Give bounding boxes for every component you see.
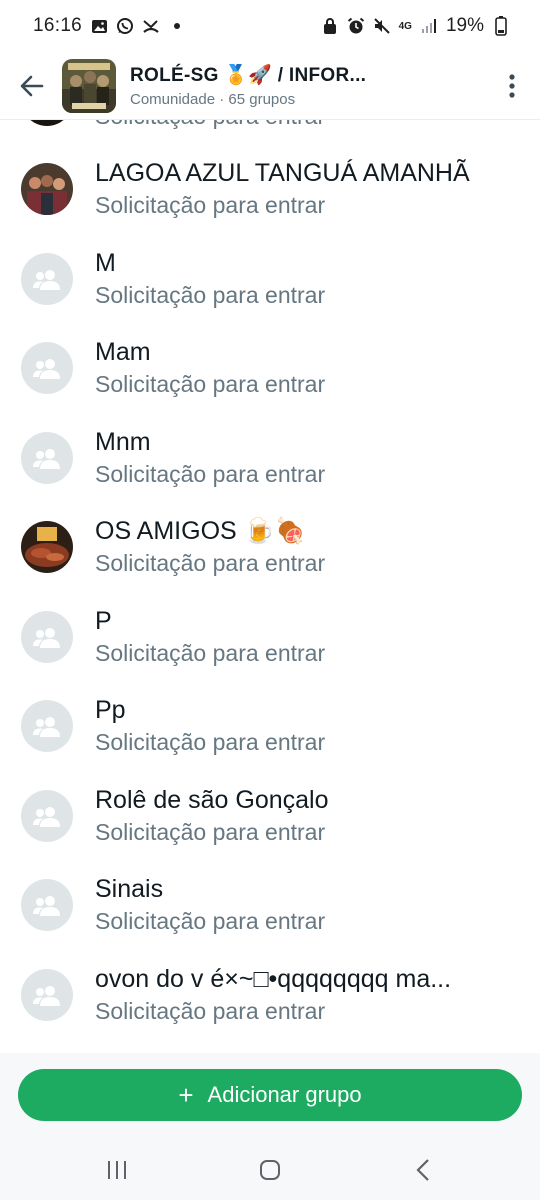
alarm-icon <box>347 17 365 35</box>
battery-percent: 19% <box>445 15 484 36</box>
status-left: 16:16 <box>33 15 186 37</box>
group-name: P <box>95 606 112 635</box>
plus-icon: + <box>178 1080 194 1110</box>
bottom-area: + Adicionar grupo <box>0 1053 540 1200</box>
group-default-icon <box>21 431 73 484</box>
group-name: M <box>95 248 116 277</box>
group-default-icon <box>21 700 73 753</box>
group-list-item[interactable]: Pp Solicitação para entrar <box>0 682 540 772</box>
group-name: ovon do v é×~□•qqqqqqqq ma... <box>95 964 452 993</box>
group-list-item[interactable]: M Solicitação para entrar <box>0 234 540 324</box>
header-texts[interactable]: ROLÉ-SG 🏅🚀 / INFOR... Comunidade · 65 gr… <box>130 63 484 108</box>
group-list[interactable]: KAMBÔ - 06/10 OPEN-BAR 🍸Solicitação para… <box>0 120 540 1053</box>
group-join-status: Solicitação para entrar <box>95 908 326 935</box>
group-texts: Pp Solicitação para entrar <box>95 695 540 757</box>
battery-icon <box>492 16 510 36</box>
arrow-back-icon <box>20 75 44 96</box>
group-default-icon <box>21 252 73 305</box>
home-icon <box>259 1160 280 1180</box>
group-photo-avatar <box>21 163 73 216</box>
group-list-item[interactable]: OS AMIGOS 🍺🍖 Solicitação para entrar <box>0 503 540 593</box>
missed-call-icon <box>142 17 160 35</box>
group-list-item[interactable]: LAGOA AZUL TANGUÁ AMANHÃ Solicitação para… <box>0 145 540 235</box>
group-texts: Mnm Solicitação para entrar <box>95 427 540 489</box>
back-button[interactable] <box>0 56 64 116</box>
status-time: 16:16 <box>33 15 83 36</box>
status-bar: 16:16 4G 19% <box>0 0 540 52</box>
group-join-status: Solicitação para entrar <box>95 281 326 308</box>
group-join-status: Solicitação para entrar <box>95 371 326 398</box>
group-join-status: Solicitação para entrar <box>95 460 326 487</box>
whatsapp-icon <box>116 17 134 35</box>
group-texts: LAGOA AZUL TANGUÁ AMANHÃ Solicitação para… <box>95 158 540 220</box>
group-texts: OS AMIGOS 🍺🍖 Solicitação para entrar <box>95 516 540 578</box>
group-join-status: Solicitação para entrar <box>95 639 326 666</box>
community-title: ROLÉ-SG 🏅🚀 / INFOR... <box>130 65 367 86</box>
group-default-icon <box>21 789 73 842</box>
add-group-button[interactable]: + Adicionar grupo <box>18 1069 522 1121</box>
group-join-status: Solicitação para entrar <box>95 550 326 577</box>
gallery-icon <box>90 17 108 35</box>
group-join-status: Solicitação para entrar <box>95 729 326 756</box>
group-default-icon <box>21 968 73 1021</box>
add-group-label: Adicionar grupo <box>207 1082 362 1107</box>
group-join-status: Solicitação para entrar <box>95 818 326 845</box>
group-texts: ovon do v é×~□•qqqqqqqq ma... Solicitação… <box>95 964 540 1026</box>
network-4g-icon: 4G <box>398 20 412 32</box>
group-default-icon <box>21 610 73 663</box>
group-name: OS AMIGOS 🍺🍖 <box>95 517 306 546</box>
group-name: Mnm <box>95 427 151 456</box>
signal-icon <box>420 17 438 35</box>
lock-icon <box>321 17 339 35</box>
group-texts: Sinais Solicitação para entrar <box>95 874 540 936</box>
group-default-icon <box>21 879 73 932</box>
more-vert-icon <box>509 73 515 98</box>
notification-dot-icon <box>168 17 186 35</box>
home-button[interactable] <box>240 1150 300 1190</box>
more-options-button[interactable] <box>484 56 540 116</box>
group-list-item[interactable]: P Solicitação para entrar <box>0 592 540 682</box>
system-back-button[interactable] <box>393 1150 453 1190</box>
group-texts: KAMBÔ - 06/10 OPEN-BAR 🍸Solicitação para… <box>95 120 540 131</box>
mute-icon <box>373 17 391 35</box>
group-join-status: Solicitação para entrar <box>95 192 326 219</box>
group-texts: P Solicitação para entrar <box>95 606 540 668</box>
group-join-status: Solicitação para entrar <box>95 997 326 1024</box>
recent-apps-icon <box>107 1161 126 1179</box>
chevron-left-icon <box>416 1159 430 1181</box>
group-name: LAGOA AZUL TANGUÁ AMANHÃ <box>95 159 470 188</box>
group-list-item[interactable]: ovon do v é×~□•qqqqqqqq ma... Solicitação… <box>0 950 540 1040</box>
status-right: 4G 19% <box>321 15 510 37</box>
group-list-item[interactable]: Rolê de são Gonçalo Solicitação para entr… <box>0 771 540 861</box>
group-list-item[interactable]: KAMBÔ - 06/10 OPEN-BAR 🍸Solicitação para… <box>0 120 540 145</box>
community-avatar[interactable] <box>62 58 116 113</box>
group-default-icon <box>21 342 73 395</box>
group-name: Mam <box>95 338 151 367</box>
recent-apps-button[interactable] <box>87 1150 147 1190</box>
community-subtitle: Comunidade · 65 grupos <box>130 91 296 108</box>
group-texts: M Solicitação para entrar <box>95 248 540 310</box>
group-list-item[interactable]: Mam Solicitação para entrar <box>0 324 540 414</box>
group-list-inner: KAMBÔ - 06/10 OPEN-BAR 🍸Solicitação para… <box>0 120 540 1040</box>
group-name: Sinais <box>95 875 164 904</box>
system-nav-bar <box>0 1150 540 1190</box>
group-name: Pp <box>95 696 126 725</box>
group-list-item[interactable]: Sinais Solicitação para entrar <box>0 861 540 951</box>
group-texts: Rolê de são Gonçalo Solicitação para entr… <box>95 785 540 847</box>
group-photo-avatar <box>21 521 73 574</box>
group-name: Rolê de são Gonçalo <box>95 785 329 814</box>
group-photo-avatar <box>21 120 73 126</box>
group-join-status: Solicitação para entrar <box>95 120 520 131</box>
app-header: ROLÉ-SG 🏅🚀 / INFOR... Comunidade · 65 gr… <box>0 52 540 120</box>
group-texts: Mam Solicitação para entrar <box>95 337 540 399</box>
group-list-item[interactable]: Mnm Solicitação para entrar <box>0 413 540 503</box>
